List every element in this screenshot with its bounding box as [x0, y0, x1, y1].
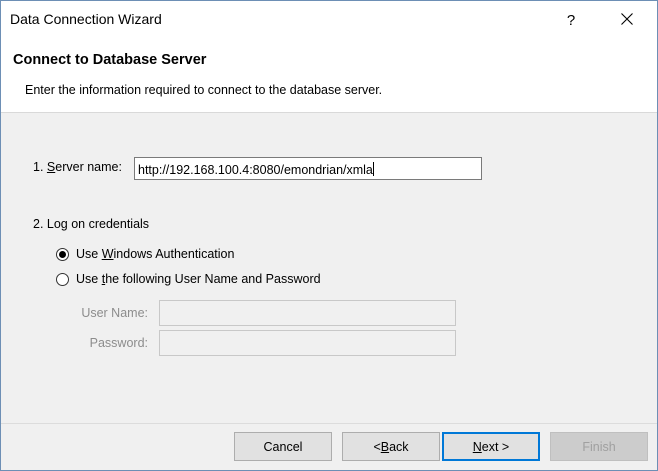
title-bar: Data Connection Wizard ? — [1, 1, 657, 39]
data-connection-wizard-window: Data Connection Wizard ? Connect to Data… — [0, 0, 658, 471]
user-name-label: User Name: — [81, 306, 148, 320]
password-input[interactable] — [159, 330, 456, 356]
back-button[interactable]: < Back — [342, 432, 440, 461]
server-name-input[interactable]: http://192.168.100.4:8080/emondrian/xmla — [134, 157, 482, 180]
server-name-label: 1. Server name: — [33, 160, 122, 174]
windows-auth-option[interactable]: Use Windows Authentication — [56, 245, 234, 263]
user-password-label: Use the following User Name and Password — [76, 272, 321, 286]
user-password-radio[interactable] — [56, 272, 69, 286]
finish-button[interactable]: Finish — [550, 432, 648, 461]
password-label: Password: — [89, 336, 148, 350]
page-description: Enter the information required to connec… — [25, 83, 383, 97]
user-name-input[interactable] — [159, 300, 456, 326]
page-title: Connect to Database Server — [13, 52, 207, 68]
footer-divider — [1, 423, 657, 424]
wizard-header: Connect to Database Server Enter the inf… — [1, 39, 657, 113]
text-caret — [372, 162, 374, 176]
server-name-value: http://192.168.100.4:8080/emondrian/xmla — [138, 163, 373, 177]
window-title: Data Connection Wizard — [10, 11, 162, 27]
close-icon — [621, 12, 633, 28]
cancel-button[interactable]: Cancel — [234, 432, 332, 461]
next-button[interactable]: Next > — [442, 432, 540, 461]
windows-auth-radio[interactable] — [56, 247, 69, 261]
log-on-credentials-heading: 2. Log on credentials — [33, 217, 150, 231]
help-button[interactable]: ? — [549, 1, 593, 39]
user-password-option[interactable]: Use the following User Name and Password — [56, 270, 321, 288]
windows-auth-label: Use Windows Authentication — [76, 247, 235, 261]
close-button[interactable] — [605, 1, 649, 39]
